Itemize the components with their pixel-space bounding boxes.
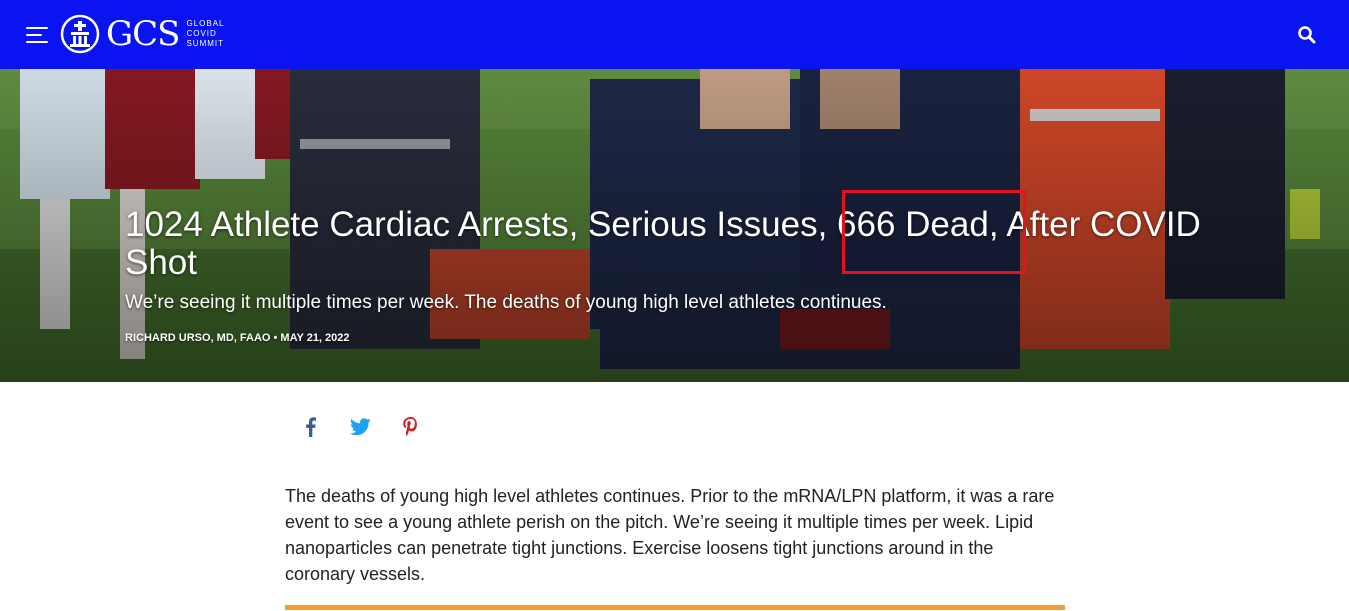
logo-subtitle: GLOBAL COVID SUMMIT — [186, 19, 224, 49]
social-share-bar — [298, 414, 448, 440]
hamburger-menu-icon[interactable] — [26, 25, 50, 45]
pinterest-icon[interactable] — [398, 414, 422, 440]
article-byline[interactable]: RICHARD URSO, MD, FAAO • MAY 21, 2022 — [125, 331, 725, 345]
search-icon[interactable] — [1297, 25, 1317, 45]
top-navigation-bar: GCS GLOBAL COVID SUMMIT — [0, 0, 1349, 69]
logo-wordmark: GCS — [106, 14, 180, 54]
article-paragraph: The deaths of young high level athletes … — [285, 486, 1055, 584]
site-logo[interactable]: GCS GLOBAL COVID SUMMIT — [60, 14, 224, 54]
twitter-icon[interactable] — [348, 414, 372, 440]
facebook-icon[interactable] — [298, 414, 322, 440]
blockquote-accent-bar — [285, 605, 1065, 610]
logo-sub-line: SUMMIT — [186, 39, 225, 48]
logo-emblem-icon — [60, 14, 100, 54]
annotation-highlight-box — [842, 190, 1026, 274]
logo-sub-line: COVID — [186, 29, 217, 38]
article-title: 1024 Athlete Cardiac Arrests, Serious Is… — [125, 205, 1201, 282]
hero-banner: 1024 Athlete Cardiac Arrests, Serious Is… — [0, 69, 1349, 382]
article-subtitle: We’re seeing it multiple times per week.… — [125, 292, 887, 313]
logo-sub-line: GLOBAL — [186, 19, 225, 28]
